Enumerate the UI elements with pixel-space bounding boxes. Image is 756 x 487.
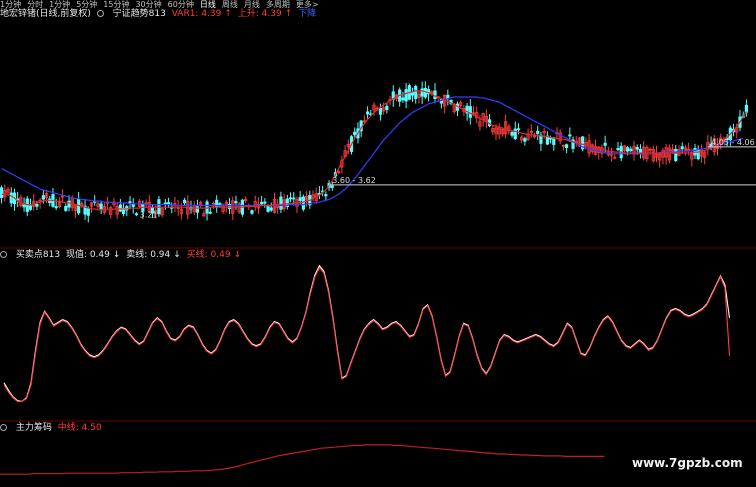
candle-body — [468, 106, 472, 118]
candle-body — [423, 87, 427, 98]
candle-body — [513, 128, 517, 140]
candle-body — [378, 107, 383, 115]
price-annotation: 3.60 - 3.62 — [332, 176, 376, 185]
candle-body — [401, 97, 405, 101]
candle-body — [269, 207, 273, 211]
trend-line — [1, 96, 744, 207]
price-annotation: 4.05 - 4.06 — [711, 138, 755, 147]
candle-body — [330, 185, 334, 188]
candle-body — [22, 204, 26, 208]
candle-body — [0, 187, 4, 198]
candle-body — [250, 210, 254, 214]
candle-body — [638, 149, 643, 154]
candle-body — [86, 207, 90, 216]
candle-body — [680, 146, 684, 150]
osc-series-line — [3, 264, 731, 402]
candle-body — [182, 199, 187, 204]
candle-body — [208, 211, 212, 214]
candle-body — [353, 131, 357, 136]
candle-body — [35, 203, 39, 207]
candle-body — [568, 134, 572, 137]
candle-body — [523, 138, 527, 142]
candle-body — [64, 206, 68, 211]
candle-body — [324, 194, 328, 197]
candle-body — [616, 148, 620, 151]
candle-body — [54, 206, 58, 209]
candle-body — [260, 201, 264, 205]
candle-body — [41, 195, 45, 200]
candle-body — [99, 203, 103, 210]
candle-body — [414, 86, 418, 99]
candle-body — [433, 90, 437, 100]
candle-body — [298, 197, 302, 201]
candle-body — [163, 202, 167, 205]
chart-canvas: 3.21 3.60 - 3.62 4.05 - 4.06 — [0, 81, 756, 475]
candle-body — [128, 201, 132, 204]
candle-body — [420, 88, 424, 97]
candle-body — [629, 148, 633, 152]
candle-body — [118, 204, 122, 212]
candle-body — [292, 197, 296, 200]
candle-body — [266, 205, 270, 212]
candle-body — [404, 89, 408, 102]
candle-body — [9, 192, 13, 204]
candle-body — [385, 105, 389, 111]
osc-series-line — [3, 266, 731, 402]
candle-body — [263, 201, 267, 204]
candle-body — [134, 213, 139, 216]
candle-body — [301, 196, 305, 210]
candle-body — [674, 148, 678, 162]
price-annotation: 3.21 — [140, 210, 158, 219]
candle-body — [536, 130, 540, 134]
candle-body — [28, 205, 33, 210]
candle-body — [744, 104, 748, 113]
candle-body — [565, 144, 569, 149]
candle-body — [234, 201, 238, 204]
candle-body — [279, 196, 283, 210]
fund-series-line — [0, 444, 605, 475]
watermark: www.7gpzb.com — [632, 456, 743, 470]
candle-body — [626, 147, 630, 152]
candle-body — [635, 147, 639, 150]
candle-body — [288, 197, 293, 200]
candle-body — [131, 203, 135, 207]
candle-body — [516, 128, 521, 131]
candle-body — [67, 200, 71, 208]
candle-body — [510, 131, 514, 136]
candle-body — [365, 111, 370, 115]
candle-body — [603, 142, 607, 146]
candle-body — [696, 149, 700, 160]
